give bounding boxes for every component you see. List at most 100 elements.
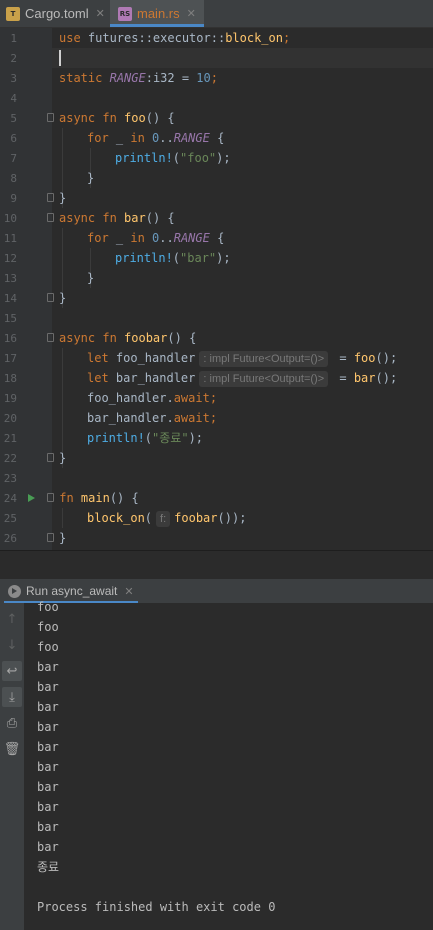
keyword: use xyxy=(59,31,81,45)
arrow-down-icon[interactable]: ↓ xyxy=(2,635,22,655)
code-line-12: println!("bar"); xyxy=(115,248,231,268)
tab-cargo-toml[interactable]: T Cargo.toml ✕ xyxy=(6,0,105,27)
panel-divider[interactable] xyxy=(0,550,433,581)
line-number: 12 xyxy=(3,252,17,265)
code-line-8: } xyxy=(87,168,94,188)
code-fn: block_on xyxy=(87,511,145,525)
text-caret xyxy=(59,50,61,66)
code-text: ( xyxy=(172,251,181,265)
code-punct: ; xyxy=(282,31,291,45)
code-line-22: } xyxy=(59,448,66,468)
console-line: bar xyxy=(37,660,59,674)
code-text: ( xyxy=(144,431,153,445)
code-number: 0 xyxy=(144,231,160,245)
keyword: async xyxy=(59,211,96,225)
code-text: } xyxy=(59,451,67,465)
fold-marker[interactable] xyxy=(47,113,54,122)
code-text: ( xyxy=(144,511,153,525)
console-line: bar xyxy=(37,720,59,734)
toml-file-icon: T xyxy=(6,6,20,21)
code-line-18: let bar_handler: impl Future<Output=()> … xyxy=(87,368,397,388)
run-config-name: async_await xyxy=(51,584,118,598)
close-icon[interactable]: ✕ xyxy=(96,7,105,20)
code-fn: foo xyxy=(124,111,146,125)
code-line-26: } xyxy=(59,528,66,548)
code-text: :i32 = xyxy=(145,71,197,85)
code-macro: println! xyxy=(115,251,173,265)
code-text: = xyxy=(332,371,354,385)
code-const: RANGE xyxy=(173,131,210,145)
code-fn: foo xyxy=(353,351,376,365)
fold-marker[interactable] xyxy=(47,533,54,542)
line-number: 26 xyxy=(3,532,17,545)
run-console[interactable]: ↑ ↓ ↩ ⤓ ⎙ 🗑 foo foo foo bar bar bar bar … xyxy=(0,600,433,930)
line-number: 9 xyxy=(10,192,17,205)
code-text: bar_handler. xyxy=(87,411,174,425)
keyword: fn xyxy=(52,491,81,505)
fold-marker[interactable] xyxy=(47,293,54,302)
keyword: for xyxy=(87,231,109,245)
line-number: 20 xyxy=(3,412,17,425)
keyword: let xyxy=(87,371,109,385)
console-line: foo xyxy=(37,640,59,654)
code-fn: bar xyxy=(353,371,376,385)
console-line: bar xyxy=(37,760,59,774)
code-fn: main xyxy=(80,491,110,505)
code-text: .. xyxy=(159,231,174,245)
code-text: (); xyxy=(375,351,398,365)
type-hint: : impl Future<Output=()> xyxy=(199,351,329,367)
fold-marker[interactable] xyxy=(47,453,54,462)
console-line: 종료 xyxy=(37,860,60,874)
code-macro: println! xyxy=(115,151,173,165)
line-number: 7 xyxy=(10,152,17,165)
tab-label: Cargo.toml xyxy=(25,6,89,21)
line-number: 5 xyxy=(10,112,17,125)
fold-marker[interactable] xyxy=(47,333,54,342)
code-const: RANGE xyxy=(109,71,146,85)
code-text: ); xyxy=(216,151,231,165)
print-icon[interactable]: ⎙ xyxy=(2,713,22,733)
code-line-13: } xyxy=(87,268,94,288)
fold-marker[interactable] xyxy=(47,213,54,222)
code-text: () { xyxy=(145,211,175,225)
run-gutter-icon[interactable] xyxy=(28,494,35,502)
line-number: 14 xyxy=(3,292,17,305)
keyword: fn xyxy=(95,111,125,125)
code-text: } xyxy=(87,271,95,285)
code-text: ( xyxy=(172,151,181,165)
arrow-up-icon[interactable]: ↑ xyxy=(2,609,22,629)
code-text: _ xyxy=(108,231,131,245)
trash-icon[interactable]: 🗑 xyxy=(2,739,22,759)
keyword: let xyxy=(87,351,109,365)
console-exit-line: Process finished with exit code 0 xyxy=(37,900,276,914)
keyword: fn xyxy=(95,331,125,345)
close-icon[interactable]: ✕ xyxy=(124,585,133,598)
fold-marker[interactable] xyxy=(47,193,54,202)
param-hint: f: xyxy=(156,511,171,527)
code-text: () { xyxy=(145,111,175,125)
line-number: 3 xyxy=(10,72,17,85)
run-tab[interactable]: Run async_await ✕ xyxy=(4,579,138,603)
console-line: foo xyxy=(37,600,59,614)
code-editor[interactable]: 1 2 3 4 5 6 7 8 9 10 11 12 13 14 15 16 1… xyxy=(0,28,433,550)
console-toolbar: ↑ ↓ ↩ ⤓ ⎙ 🗑 xyxy=(0,603,24,930)
code-text: } xyxy=(59,291,67,305)
line-number: 6 xyxy=(10,132,17,145)
tab-main-rs[interactable]: RS main.rs ✕ xyxy=(110,0,204,27)
close-icon[interactable]: ✕ xyxy=(187,7,196,20)
keyword: await xyxy=(173,411,210,425)
console-line: bar xyxy=(37,800,59,814)
code-punct: ; xyxy=(209,411,218,425)
code-fn: foobar xyxy=(124,331,168,345)
code-text: { xyxy=(209,131,225,145)
code-text: } xyxy=(59,191,67,205)
code-text: } xyxy=(59,531,67,545)
scroll-to-end-icon[interactable]: ⤓ xyxy=(2,687,22,707)
code-line-3: static RANGE:i32 = 10; xyxy=(59,68,218,88)
keyword: in xyxy=(130,131,145,145)
soft-wrap-icon[interactable]: ↩ xyxy=(2,661,22,681)
console-line: bar xyxy=(37,700,59,714)
console-line: bar xyxy=(37,820,59,834)
line-number: 17 xyxy=(3,352,17,365)
console-line: bar xyxy=(37,840,59,854)
